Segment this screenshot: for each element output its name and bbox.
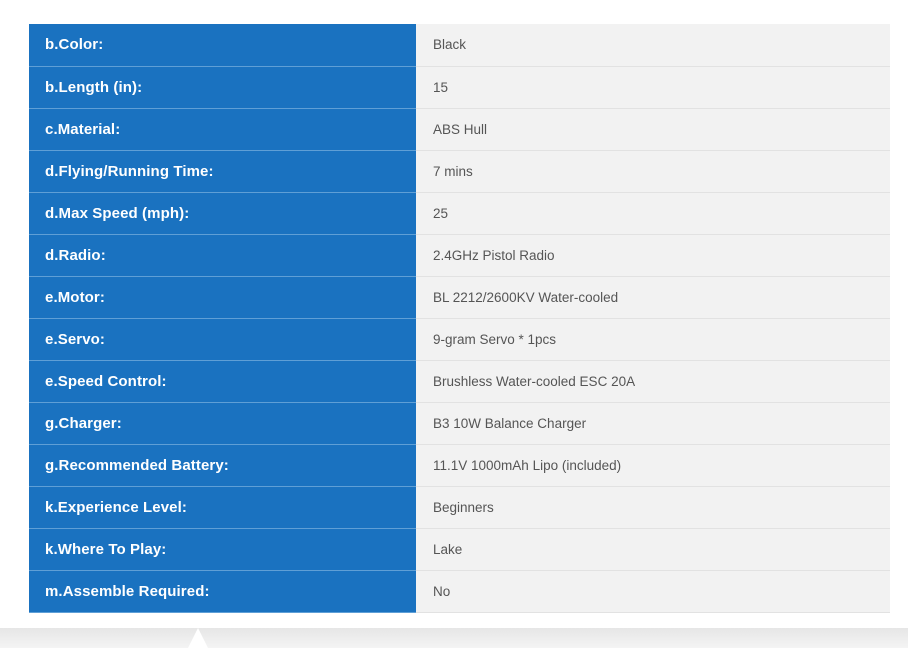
- spec-label: d.Flying/Running Time:: [29, 150, 416, 193]
- spec-row: e.Motor: BL 2212/2600KV Water-cooled: [29, 276, 890, 319]
- spec-label: b.Color:: [29, 24, 416, 67]
- spec-label: e.Speed Control:: [29, 360, 416, 403]
- spec-row: e.Servo: 9-gram Servo * 1pcs: [29, 318, 890, 361]
- spec-row: d.Radio: 2.4GHz Pistol Radio: [29, 234, 890, 277]
- spec-value: No: [416, 570, 890, 613]
- spec-row: m.Assemble Required: No: [29, 570, 890, 613]
- spec-value: Brushless Water-cooled ESC 20A: [416, 360, 890, 403]
- spec-value: 15: [416, 66, 890, 109]
- spec-row: k.Where To Play: Lake: [29, 528, 890, 571]
- spec-label: m.Assemble Required:: [29, 570, 416, 613]
- spec-value: Black: [416, 24, 890, 67]
- spec-value: Beginners: [416, 486, 890, 529]
- spec-value: BL 2212/2600KV Water-cooled: [416, 276, 890, 319]
- spec-row: c.Material: ABS Hull: [29, 108, 890, 151]
- spec-row: e.Speed Control: Brushless Water-cooled …: [29, 360, 890, 403]
- spec-row: k.Experience Level: Beginners: [29, 486, 890, 529]
- spec-row: g.Recommended Battery: 11.1V 1000mAh Lip…: [29, 444, 890, 487]
- spec-table-body: b.Color: Black b.Length (in): 15 c.Mater…: [29, 24, 890, 613]
- spec-value: 7 mins: [416, 150, 890, 193]
- spec-label: g.Recommended Battery:: [29, 444, 416, 487]
- spec-value: B3 10W Balance Charger: [416, 402, 890, 445]
- spec-row: b.Length (in): 15: [29, 66, 890, 109]
- spec-value: 9-gram Servo * 1pcs: [416, 318, 890, 361]
- spec-value: 25: [416, 192, 890, 235]
- spec-row: d.Max Speed (mph): 25: [29, 192, 890, 235]
- spec-label: d.Radio:: [29, 234, 416, 277]
- spec-value: 11.1V 1000mAh Lipo (included): [416, 444, 890, 487]
- spec-value: ABS Hull: [416, 108, 890, 151]
- spec-label: d.Max Speed (mph):: [29, 192, 416, 235]
- spec-row: g.Charger: B3 10W Balance Charger: [29, 402, 890, 445]
- product-specs-page: b.Color: Black b.Length (in): 15 c.Mater…: [0, 0, 908, 648]
- spec-label: k.Experience Level:: [29, 486, 416, 529]
- spec-label: e.Motor:: [29, 276, 416, 319]
- spec-label: b.Length (in):: [29, 66, 416, 109]
- divider-notch: [188, 628, 208, 648]
- spec-label: k.Where To Play:: [29, 528, 416, 571]
- spec-label: c.Material:: [29, 108, 416, 151]
- spec-table: b.Color: Black b.Length (in): 15 c.Mater…: [29, 24, 890, 613]
- bottom-divider: [0, 628, 908, 648]
- spec-value: 2.4GHz Pistol Radio: [416, 234, 890, 277]
- spec-label: e.Servo:: [29, 318, 416, 361]
- spec-row: d.Flying/Running Time: 7 mins: [29, 150, 890, 193]
- spec-row: b.Color: Black: [29, 24, 890, 67]
- spec-value: Lake: [416, 528, 890, 571]
- spec-label: g.Charger:: [29, 402, 416, 445]
